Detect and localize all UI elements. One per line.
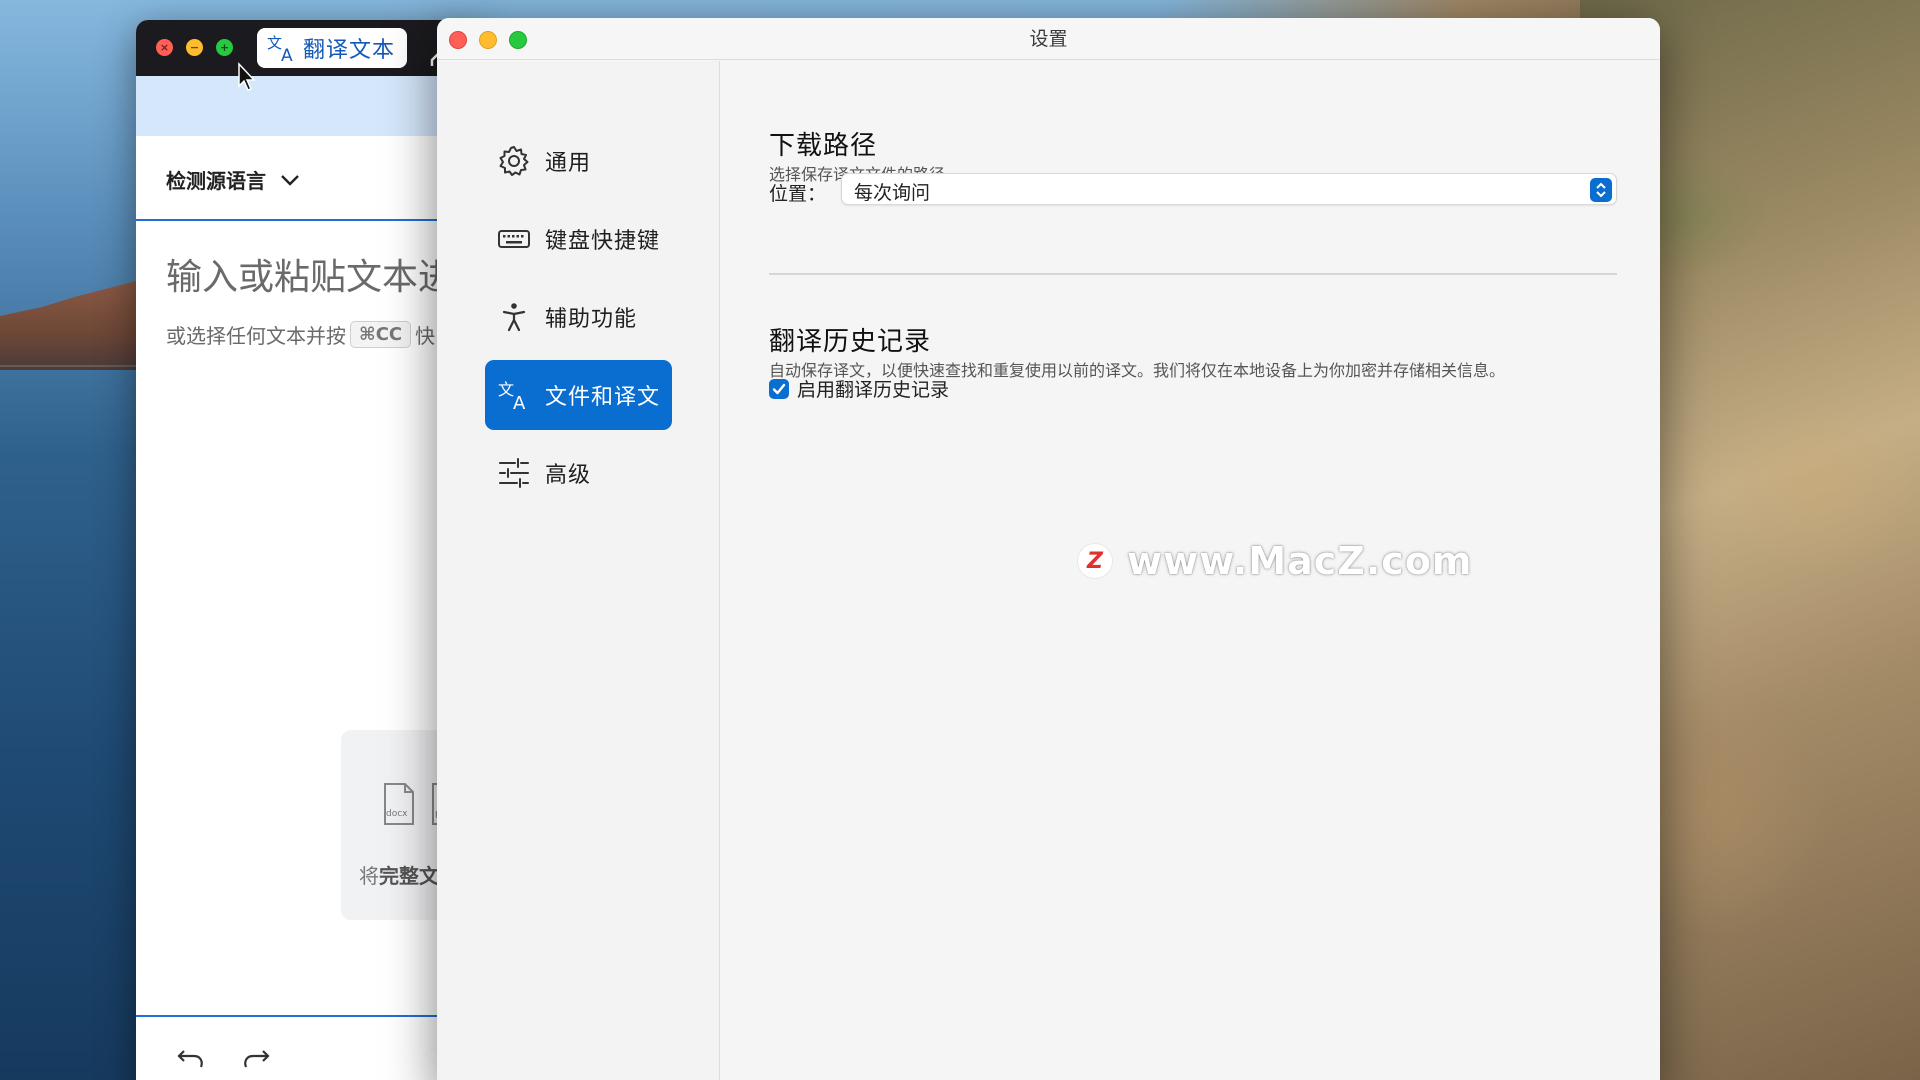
docx-file-icon: docx (384, 783, 414, 825)
history-checkbox[interactable] (769, 378, 789, 399)
sidebar-item-label: 文件和译文 (545, 385, 661, 410)
wallpaper-island (0, 280, 140, 370)
drop-text-bold: 完整文 (379, 864, 439, 888)
location-label: 位置： (769, 183, 827, 205)
source-language-label: 检测源语言 (166, 169, 266, 193)
sidebar-item-label: 辅助功能 (545, 307, 638, 332)
history-title: 翻译历史记录 (769, 327, 932, 357)
sidebar-item-accessibility[interactable]: 辅助功能 (485, 282, 672, 352)
download-path-title: 下载路径 (769, 131, 878, 161)
shortcut-key: ⌘CC (350, 321, 412, 348)
translator-window: × − + 文 A 翻译文本 检测源语言 输入或粘贴文本进 或选择任何文本并按 … (136, 20, 476, 1080)
close-button[interactable]: × (156, 39, 173, 56)
watermark-text: www.MacZ.com (1127, 539, 1473, 583)
svg-text:文: 文 (267, 34, 282, 52)
watermark-logo: Z (1077, 543, 1113, 579)
drop-text-prefix: 将 (359, 864, 379, 888)
location-value: 每次询问 (854, 182, 931, 204)
svg-text:文: 文 (498, 380, 514, 399)
minimize-button[interactable]: − (186, 39, 203, 56)
sidebar-item-files-translations[interactable]: 文 A 文件和译文 (485, 360, 672, 430)
hint-text-after: 快 (415, 324, 436, 348)
redo-icon[interactable] (241, 1045, 271, 1071)
sidebar-item-label: 键盘快捷键 (545, 229, 661, 254)
settings-close-button[interactable] (449, 31, 467, 49)
settings-content: 下载路径 选择保存译文文件的路径。 位置： 每次询问 翻译历史记录 自动保存译文… (721, 61, 1660, 1080)
chevron-down-icon (281, 174, 299, 186)
checkmark-icon (772, 383, 786, 394)
mouse-cursor-icon (238, 62, 256, 91)
history-checkbox-row[interactable]: 启用翻译历史记录 (769, 375, 949, 402)
translate-icon: 文 A (498, 380, 526, 412)
settings-title: 设置 (1029, 28, 1068, 50)
maximize-button[interactable]: + (216, 39, 233, 56)
settings-window: 设置 通用 键盘快捷键 辅助功能 文 A 文件和译文 高级 下载路径 位置： 每… (437, 18, 1660, 1080)
shortcut-hint: 或选择任何文本并按 ⌘CC 快 (166, 320, 435, 349)
translate-icon: 文 A (267, 34, 293, 64)
settings-maximize-button[interactable] (509, 31, 527, 49)
translator-banner (136, 76, 476, 136)
gear-icon (499, 146, 529, 176)
sidebar-item-label: 通用 (545, 151, 592, 176)
translator-titlebar: × − + 文 A 翻译文本 (136, 20, 476, 76)
section-divider (769, 273, 1617, 275)
select-arrows-icon (1590, 178, 1612, 202)
accessibility-icon (502, 303, 526, 332)
sliders-icon (499, 458, 529, 488)
input-divider (136, 219, 476, 221)
svg-text:A: A (513, 393, 526, 412)
sidebar-item-keyboard-shortcuts[interactable]: 键盘快捷键 (485, 204, 672, 274)
undo-icon[interactable] (176, 1045, 206, 1071)
bottom-divider (136, 1015, 476, 1017)
input-placeholder[interactable]: 输入或粘贴文本进 (166, 248, 454, 300)
source-language-select[interactable]: 检测源语言 (166, 165, 300, 194)
tab-translate-text[interactable]: 文 A 翻译文本 (257, 28, 407, 68)
hint-text: 或选择任何文本并按 (166, 324, 346, 348)
settings-sidebar: 通用 键盘快捷键 辅助功能 文 A 文件和译文 高级 (437, 61, 720, 1080)
docx-label: docx (386, 809, 408, 819)
watermark: Z www.MacZ.com (1077, 539, 1473, 583)
sidebar-item-general[interactable]: 通用 (485, 126, 672, 196)
settings-minimize-button[interactable] (479, 31, 497, 49)
wallpaper-horizon (0, 365, 140, 367)
location-select[interactable]: 每次询问 (841, 173, 1617, 205)
settings-titlebar: 设置 (437, 18, 1660, 60)
sidebar-item-label: 高级 (545, 463, 592, 488)
svg-text:A: A (281, 46, 293, 64)
sidebar-item-advanced[interactable]: 高级 (485, 438, 672, 508)
drop-zone-text: 将完整文 (359, 860, 439, 889)
keyboard-icon (498, 230, 530, 248)
history-checkbox-label: 启用翻译历史记录 (797, 379, 950, 401)
tab-label: 翻译文本 (303, 38, 396, 63)
